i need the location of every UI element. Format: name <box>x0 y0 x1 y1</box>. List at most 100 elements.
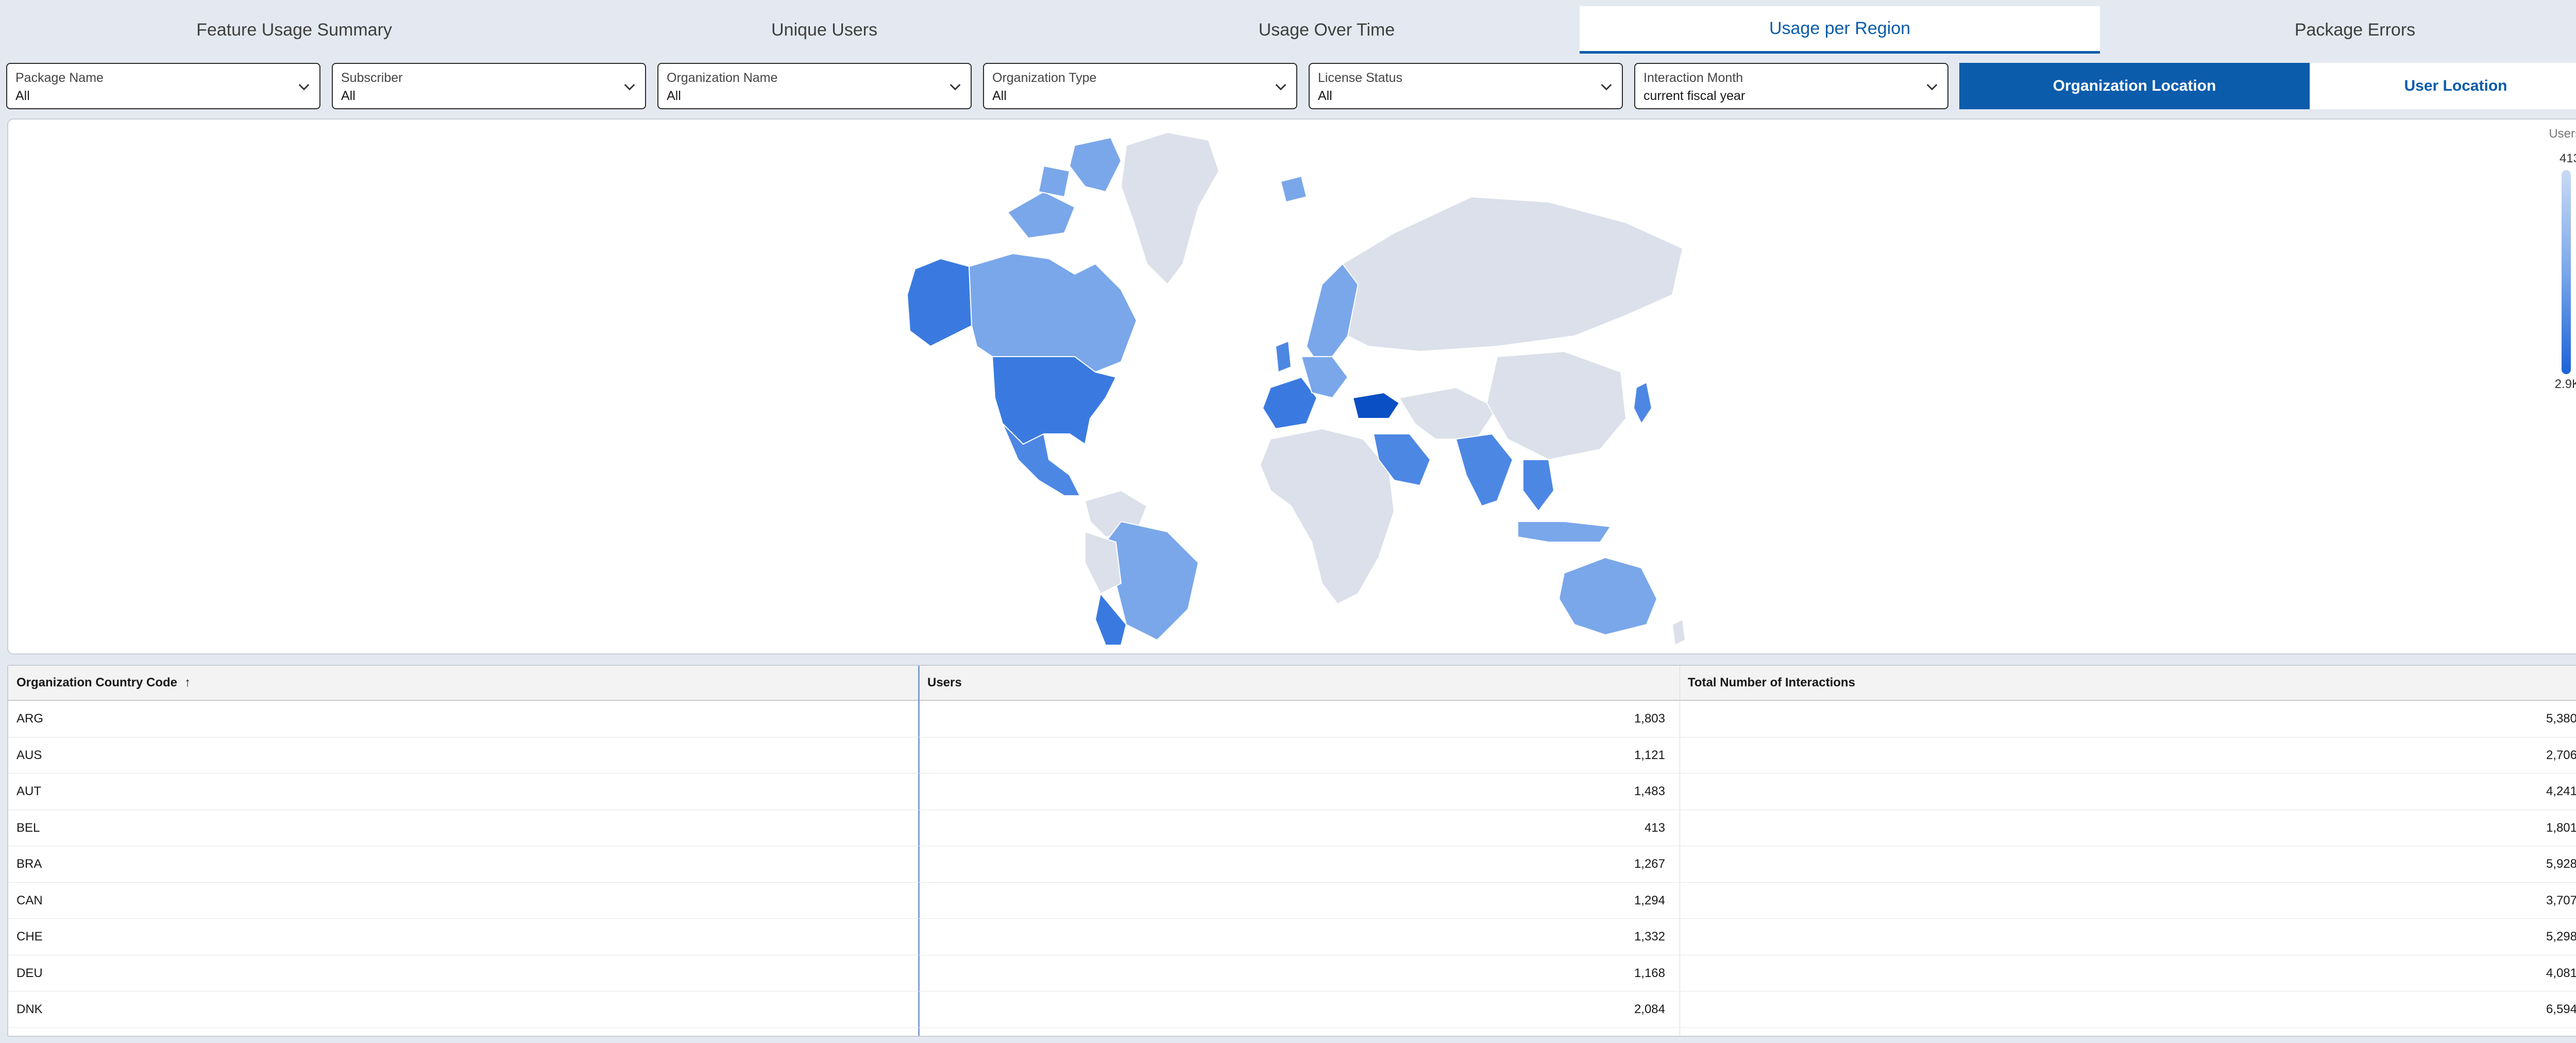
table-row[interactable]: DNK 2,084 6,594 <box>8 991 2576 1028</box>
table-body: ARG 1,803 5,380 AUS 1,121 2,706 AUT 1,48… <box>8 701 2576 1028</box>
region-australia <box>1558 557 1657 635</box>
arrow-up-icon[interactable]: ↑ <box>184 676 191 690</box>
legend-min-label: 2.9K <box>2554 377 2576 391</box>
table-row[interactable]: BEL 413 1,801 <box>8 810 2576 846</box>
cell-country-code: CAN <box>16 893 43 907</box>
filter-value: All <box>15 89 30 103</box>
cell-users: 1,168 <box>1634 966 1665 980</box>
column-header-country-code[interactable]: Organization Country Code ↑ <box>16 666 191 700</box>
organization-type-filter[interactable]: Organization Type All <box>983 63 1297 109</box>
chevron-down-icon <box>298 83 310 91</box>
region-data-table: Organization Country Code ↑ Users Total … <box>7 665 2576 1037</box>
region-alaska <box>907 258 972 347</box>
region-turkey <box>1352 392 1400 419</box>
tab-package-errors[interactable]: Package Errors <box>2095 6 2576 54</box>
filter-label: Subscriber <box>341 71 403 85</box>
filter-label: Organization Type <box>992 71 1097 85</box>
user-location-button[interactable]: User Location <box>2311 63 2576 109</box>
cell-users: 413 <box>1644 820 1665 835</box>
filter-label: Interaction Month <box>1643 71 1743 85</box>
filter-label: License Status <box>1318 71 1402 85</box>
region-japan <box>1633 382 1652 424</box>
cell-interactions: 4,241 <box>2546 784 2576 798</box>
region-france-spain <box>1262 377 1317 429</box>
region-canada-islands-3 <box>1038 165 1070 197</box>
filter-value: current fiscal year <box>1643 89 1745 103</box>
cell-users: 1,267 <box>1634 857 1665 871</box>
region-greenland <box>1121 132 1219 285</box>
region-indonesia <box>1517 521 1611 543</box>
cell-interactions: 4,081 <box>2546 966 2576 980</box>
region-canada-islands-2 <box>1007 191 1075 239</box>
cell-country-code: ARG <box>16 712 44 726</box>
license-status-filter[interactable]: License Status All <box>1309 63 1623 109</box>
column-header-interactions[interactable]: Total Number of Interactions <box>1688 666 1855 700</box>
cell-interactions: 3,707 <box>2546 893 2576 907</box>
tab-usage-per-region[interactable]: Usage per Region <box>1580 6 2100 54</box>
chevron-down-icon <box>1275 83 1286 91</box>
cell-country-code: DNK <box>16 1002 43 1016</box>
column-label: Organization Country Code <box>16 676 177 689</box>
region-canada-islands <box>1069 137 1122 192</box>
cell-country-code: AUT <box>16 784 41 798</box>
column-label: Users <box>927 676 962 689</box>
map-panel: Users 413 2.9K <box>7 119 2576 654</box>
region-canada <box>969 253 1137 373</box>
filter-value: All <box>667 89 681 103</box>
chevron-down-icon <box>950 83 961 91</box>
cell-interactions: 5,380 <box>2546 712 2576 726</box>
filter-value: All <box>341 89 355 103</box>
legend-color-scale <box>2562 170 2571 374</box>
column-header-users[interactable]: Users <box>927 666 962 700</box>
region-uk <box>1275 341 1292 373</box>
table-row[interactable]: ARG 1,803 5,380 <box>8 701 2576 737</box>
filter-value: All <box>1318 89 1332 103</box>
filter-label: Package Name <box>15 71 104 85</box>
cell-country-code: CHE <box>16 930 43 944</box>
table-header: Organization Country Code ↑ Users Total … <box>8 666 2576 701</box>
region-southeast-asia <box>1522 459 1554 512</box>
interaction-month-filter[interactable]: Interaction Month current fiscal year <box>1634 63 1948 109</box>
cell-country-code: AUS <box>16 748 42 762</box>
table-row[interactable]: CHE 1,332 5,298 <box>8 919 2576 955</box>
filter-label: Organization Name <box>667 71 778 85</box>
organization-location-button[interactable]: Organization Location <box>1959 63 2310 109</box>
filter-bar: Package Name All Subscriber All Organiza… <box>0 62 2576 111</box>
subscriber-filter[interactable]: Subscriber All <box>332 63 646 109</box>
cell-country-code: BEL <box>16 820 40 835</box>
tab-usage-over-time[interactable]: Usage Over Time <box>1066 6 1587 54</box>
cell-country-code: DEU <box>16 966 43 980</box>
table-row[interactable]: AUT 1,483 4,241 <box>8 773 2576 810</box>
table-row[interactable]: BRA 1,267 5,928 <box>8 846 2576 883</box>
table-row[interactable]: CAN 1,294 3,707 <box>8 883 2576 919</box>
world-map <box>907 132 1686 645</box>
package-name-filter[interactable]: Package Name All <box>6 63 320 109</box>
table-row[interactable]: AUS 1,121 2,706 <box>8 737 2576 773</box>
tab-unique-users[interactable]: Unique Users <box>515 6 1133 54</box>
cell-users: 1,483 <box>1634 784 1665 798</box>
map-legend: Users 413 2.9K <box>2537 120 2576 408</box>
chevron-down-icon <box>624 83 635 91</box>
cell-users: 1,294 <box>1634 893 1665 907</box>
chevron-down-icon <box>1926 83 1938 91</box>
column-label: Total Number of Interactions <box>1688 676 1855 689</box>
chevron-down-icon <box>1601 83 1612 91</box>
cell-interactions: 6,594 <box>2546 1002 2576 1016</box>
region-iceland <box>1280 176 1307 203</box>
filter-value: All <box>992 89 1007 103</box>
legend-max-label: 413 <box>2559 152 2576 165</box>
region-india <box>1455 433 1513 507</box>
cell-users: 1,803 <box>1634 712 1665 726</box>
table-row[interactable]: DEU 1,168 4,081 <box>8 955 2576 991</box>
dashboard-tabs: Feature Usage Summary Unique Users Usage… <box>0 0 2576 57</box>
legend-title: Users <box>2549 127 2576 141</box>
cell-users: 2,084 <box>1634 1002 1665 1016</box>
organization-name-filter[interactable]: Organization Name All <box>657 63 972 109</box>
region-africa <box>1260 428 1395 604</box>
cell-users: 1,332 <box>1634 930 1665 944</box>
region-scandinavia <box>1306 263 1359 362</box>
cell-interactions: 2,706 <box>2546 748 2576 762</box>
cell-country-code: BRA <box>16 857 42 871</box>
region-iran-central-asia <box>1399 387 1498 440</box>
tab-feature-usage-summary[interactable]: Feature Usage Summary <box>0 6 588 54</box>
